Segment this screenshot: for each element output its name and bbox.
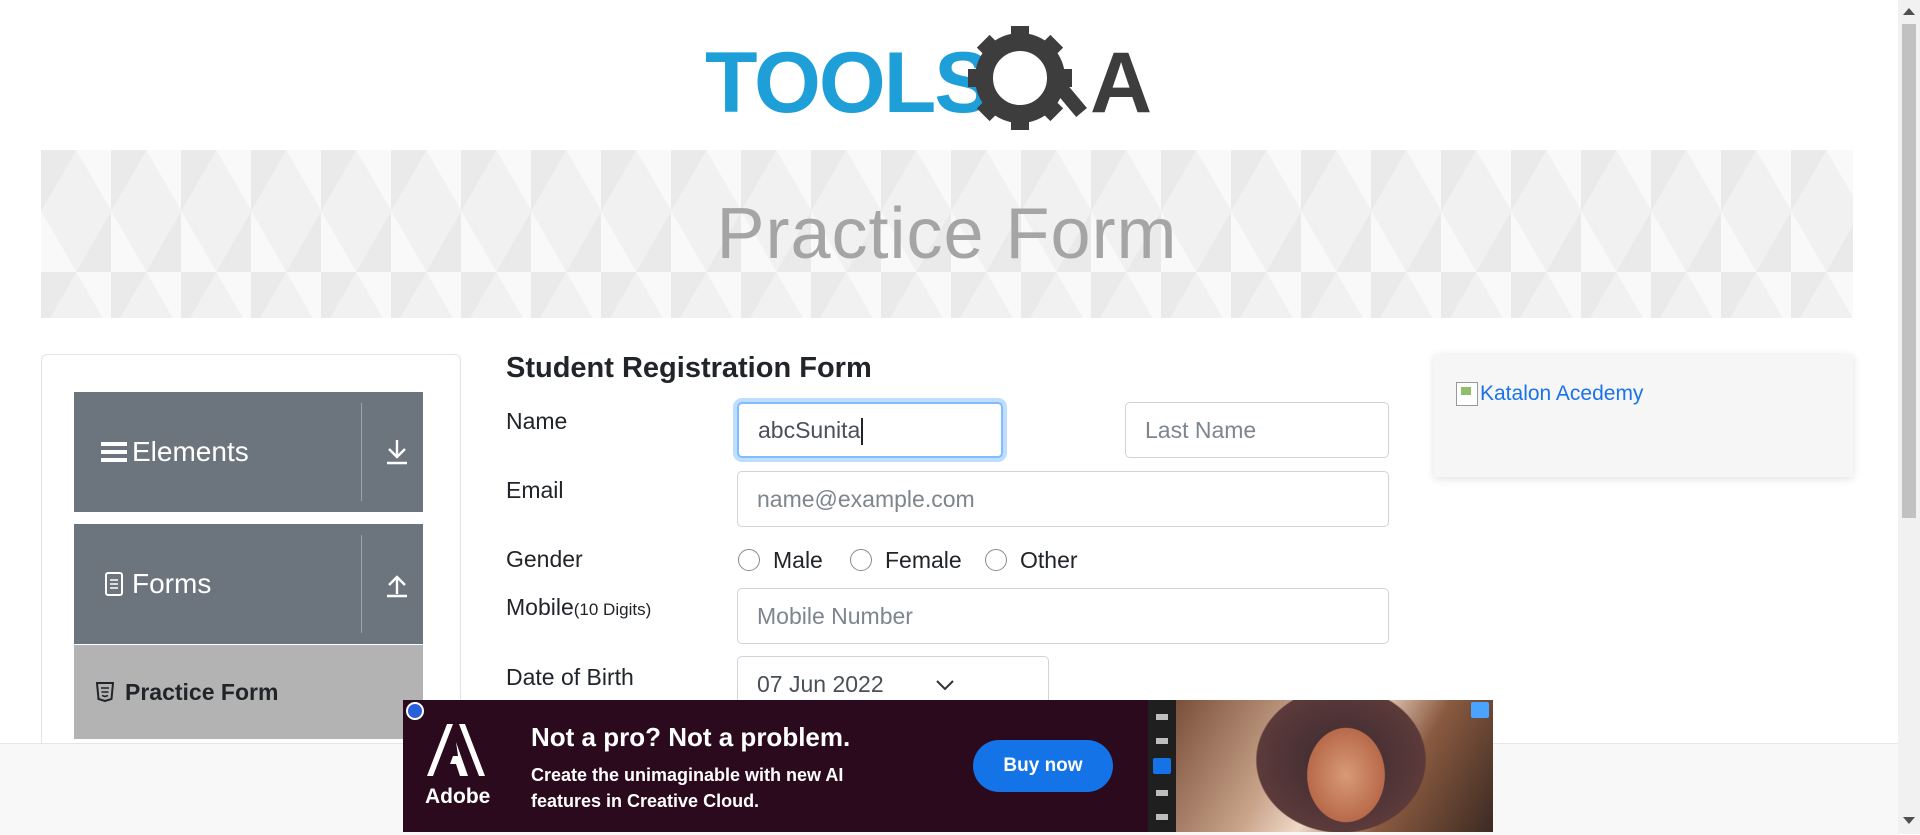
gender-radio-male[interactable]: Male (738, 546, 823, 574)
first-name-input[interactable]: abcSunita (737, 402, 1003, 458)
email-label: Email (506, 477, 564, 503)
gender-radio-female[interactable]: Female (850, 546, 962, 574)
mobile-label-text: Mobile (506, 594, 574, 620)
sidebar-group-elements[interactable]: Elements (74, 392, 423, 512)
sidebar-group-forms[interactable]: Forms (74, 524, 423, 644)
divider (361, 403, 362, 501)
mobile-input[interactable]: Mobile Number (737, 588, 1389, 644)
radio-label: Male (773, 546, 823, 573)
ad-tool-strip (1148, 700, 1176, 832)
radio-circle[interactable] (850, 549, 872, 571)
scroll-down-icon[interactable] (1903, 817, 1915, 824)
logo-text-tools: TOOLS (705, 35, 990, 131)
tool-icon-active (1153, 758, 1171, 774)
katalon-ad-alt: Katalon Acedemy (1480, 382, 1644, 405)
sidebar-group-label: Forms (132, 568, 212, 599)
name-label: Name (506, 408, 568, 434)
scrollbar-thumb[interactable] (1902, 24, 1916, 518)
katalon-ad-link[interactable]: Katalon Acedemy (1456, 382, 1643, 406)
html5-icon (96, 682, 114, 702)
adobe-logo: Adobe (425, 724, 491, 808)
toolsqa-logo[interactable]: TOOLS A (705, 20, 1195, 135)
upload-arrow-icon[interactable] (382, 568, 412, 600)
tool-icon (1156, 790, 1168, 796)
broken-image-icon (1456, 382, 1478, 406)
radio-label: Other (1020, 546, 1078, 573)
dob-label: Date of Birth (506, 664, 634, 690)
text-caret (861, 418, 864, 446)
document-icon (105, 572, 123, 596)
gender-label: Gender (506, 546, 583, 572)
first-name-value: abcSunita (758, 417, 861, 443)
mobile-label: Mobile(10 Digits) (506, 594, 651, 621)
adchoices-icon[interactable] (1471, 702, 1489, 718)
privacy-icon[interactable] (406, 702, 424, 720)
sidebar-group-label: Elements (132, 436, 249, 467)
tool-icon (1156, 814, 1168, 820)
sidebar: Elements Forms Practice Form (41, 354, 461, 756)
page-scrollbar[interactable] (1898, 0, 1920, 834)
ad-headline: Not a pro? Not a problem. (531, 722, 851, 752)
divider (361, 535, 362, 633)
form-title: Student Registration Form (506, 352, 872, 384)
logo-text-qa: A (1090, 35, 1152, 131)
download-arrow-icon[interactable] (382, 436, 412, 468)
chevron-down-icon[interactable] (935, 679, 955, 691)
katalon-ad[interactable]: Katalon Acedemy (1434, 354, 1853, 477)
sidebar-item-label: Practice Form (125, 679, 279, 705)
gender-radio-other[interactable]: Other (985, 546, 1078, 574)
adobe-brand-label: Adobe (425, 785, 491, 808)
buy-now-button[interactable]: Buy now (973, 740, 1113, 792)
page-banner: Practice Form (41, 150, 1853, 318)
tool-icon (1156, 738, 1168, 744)
page-title: Practice Form (716, 194, 1178, 274)
mobile-hint: (10 Digits) (573, 600, 652, 619)
radio-circle[interactable] (738, 549, 760, 571)
email-input[interactable]: name@example.com (737, 471, 1389, 527)
tool-icon (1156, 714, 1168, 720)
hamburger-icon (101, 442, 127, 462)
radio-label: Female (885, 546, 962, 573)
radio-circle[interactable] (985, 549, 1007, 571)
gear-icon (968, 26, 1087, 130)
scroll-up-icon[interactable] (1903, 8, 1915, 15)
ad-artwork-image (1176, 700, 1493, 832)
last-name-input[interactable]: Last Name (1125, 402, 1389, 458)
adobe-logo-icon (427, 724, 485, 776)
ad-subtext: Create the unimaginable with new AI feat… (531, 765, 844, 811)
sidebar-item-practice-form[interactable]: Practice Form (74, 645, 423, 739)
adobe-ad-banner[interactable]: Adobe Not a pro? Not a problem. Create t… (403, 700, 1493, 832)
